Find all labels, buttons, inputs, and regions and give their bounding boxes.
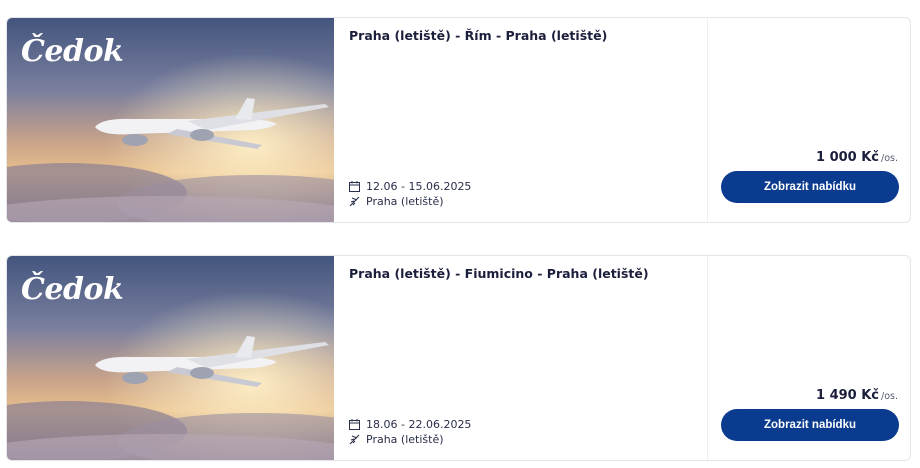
offer-photo[interactable]: Čedok [7,18,334,222]
offer-meta: 12.06 - 15.06.2025 Praha (letiště) [349,179,471,209]
price-value: 1 490 Kč [816,388,880,403]
offer-departure-row: Praha (letiště) [349,432,471,447]
offer-dates: 12.06 - 15.06.2025 [366,180,472,193]
offer-dates-row: 12.06 - 15.06.2025 [349,179,471,194]
offer-card[interactable]: Čedok Praha (letiště) - Fiumicino - Prah… [6,255,911,461]
offer-side: 1 000 Kč/os. Zobrazit nabídku [708,18,910,222]
offer-price: 1 490 Kč/os. [816,388,898,403]
price-unit: /os. [881,153,898,164]
brand-logo: Čedok [21,272,124,307]
offer-departure: Praha (letiště) [366,433,444,446]
calendar-icon [349,181,360,192]
show-offer-button[interactable]: Zobrazit nabídku [721,409,899,441]
show-offer-button[interactable]: Zobrazit nabídku [721,171,899,203]
offer-info: Praha (letiště) - Řím - Praha (letiště) … [334,18,708,222]
offer-info: Praha (letiště) - Fiumicino - Praha (let… [334,256,708,460]
offer-photo[interactable]: Čedok [7,256,334,460]
brand-logo: Čedok [21,34,124,69]
calendar-icon [349,419,360,430]
offer-route[interactable]: Praha (letiště) - Fiumicino - Praha (let… [349,266,649,281]
plane-departure-icon [349,196,360,207]
offer-card[interactable]: Čedok Praha (letiště) - Řím - Praha (let… [6,17,911,223]
price-value: 1 000 Kč [816,150,880,165]
offer-side: 1 490 Kč/os. Zobrazit nabídku [708,256,910,460]
offer-departure-row: Praha (letiště) [349,194,471,209]
offer-price: 1 000 Kč/os. [816,150,898,165]
offer-dates: 18.06 - 22.06.2025 [366,418,472,431]
offer-dates-row: 18.06 - 22.06.2025 [349,417,471,432]
offer-departure: Praha (letiště) [366,195,444,208]
price-unit: /os. [881,391,898,402]
offer-route[interactable]: Praha (letiště) - Řím - Praha (letiště) [349,28,607,43]
offer-meta: 18.06 - 22.06.2025 Praha (letiště) [349,417,471,447]
plane-departure-icon [349,434,360,445]
